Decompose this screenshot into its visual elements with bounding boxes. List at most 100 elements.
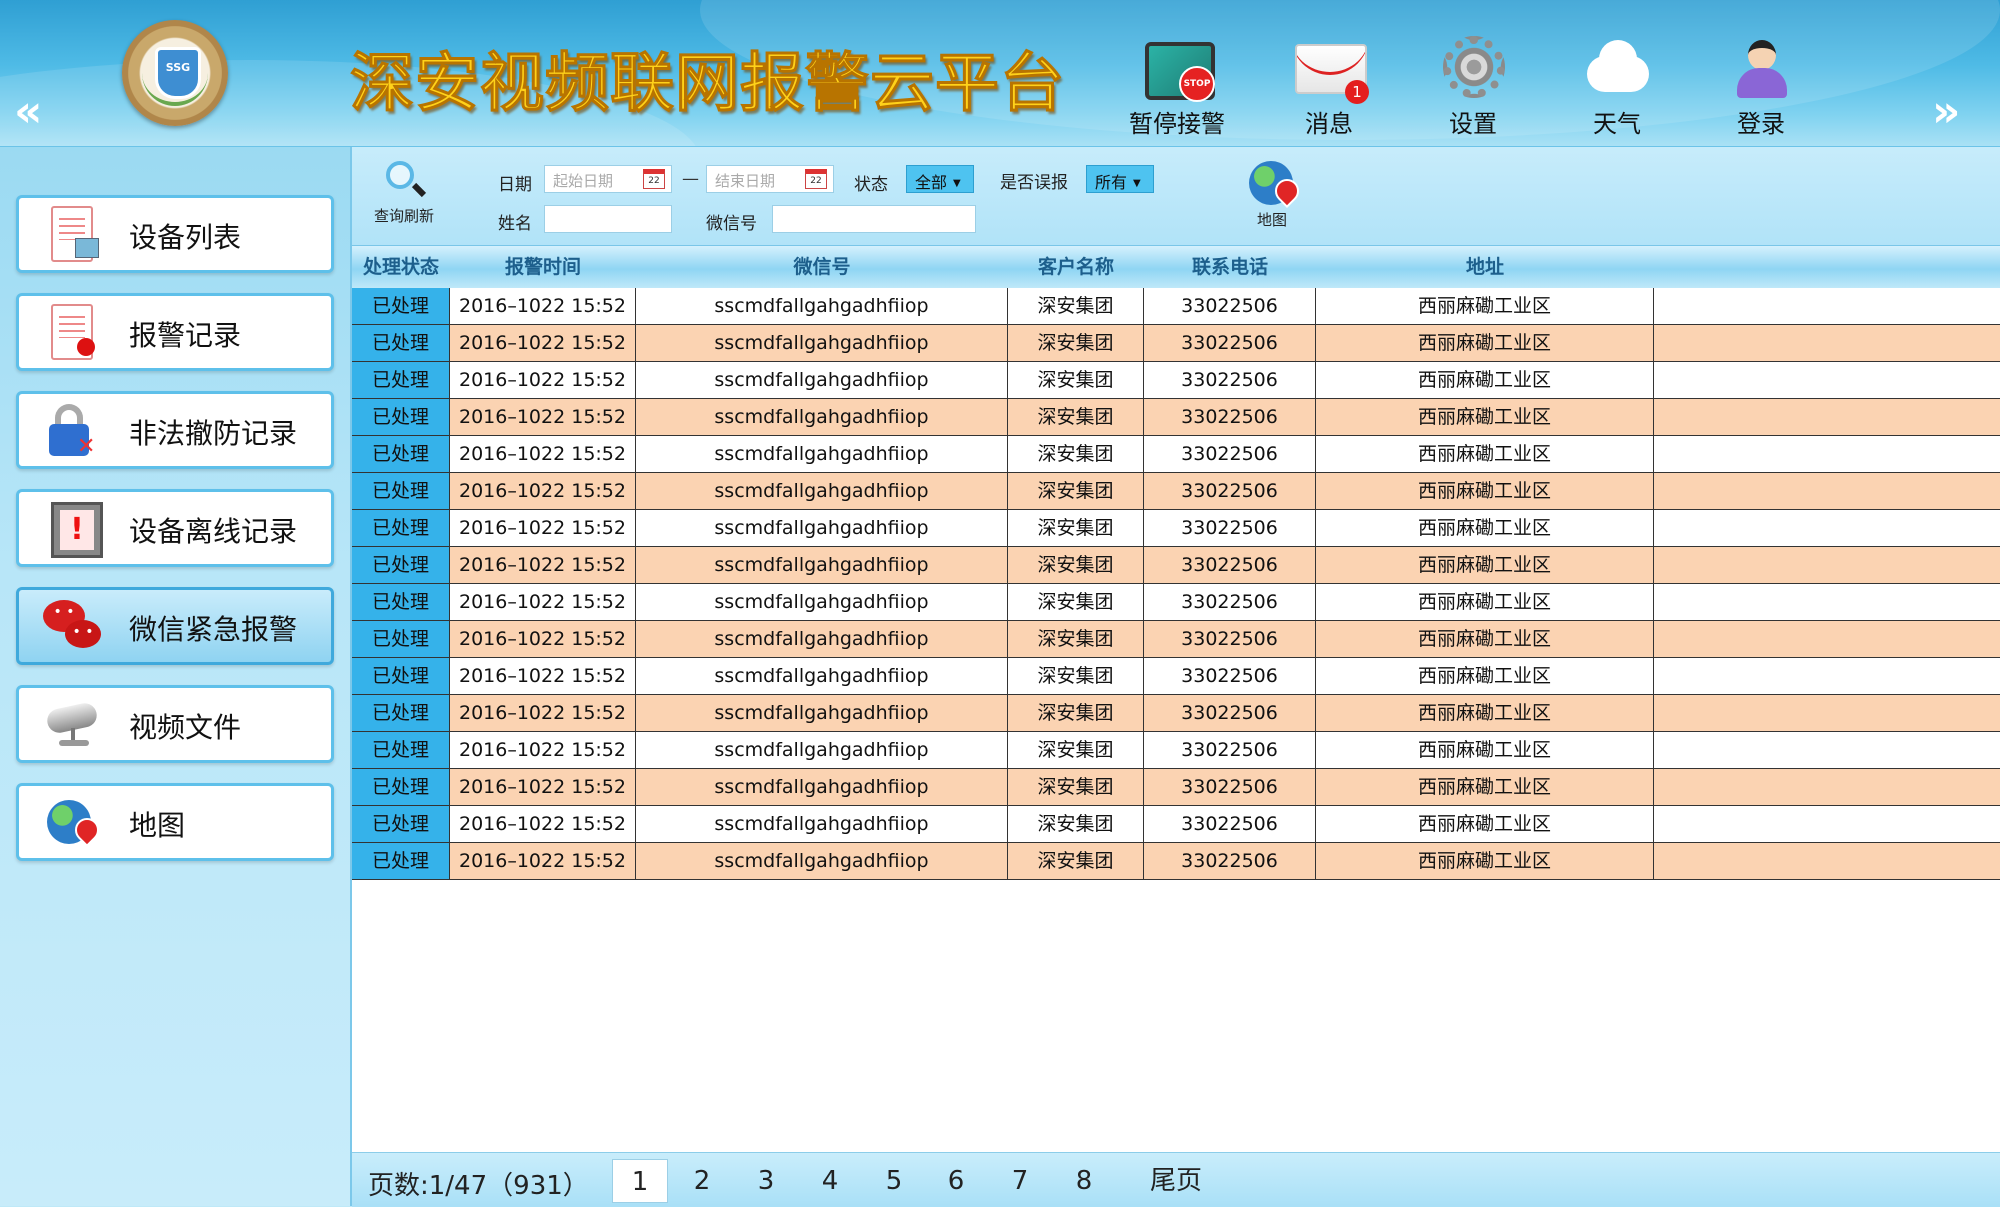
- column-header-address[interactable]: 地址: [1316, 246, 1654, 288]
- end-date-input[interactable]: 结束日期 22: [706, 165, 834, 193]
- cell-address: 西丽麻磡工业区: [1316, 288, 1654, 324]
- cell-customer: 深安集团: [1008, 547, 1144, 583]
- table-row[interactable]: 已处理 2016–1022 15:52 sscmdfallgahgadhfiiop 深…: [352, 621, 2000, 658]
- cell-empty: [1654, 362, 2000, 398]
- page-button-8[interactable]: 8: [1056, 1159, 1112, 1203]
- cell-alarm-time: 2016–1022 15:52: [450, 806, 636, 842]
- cell-status: 已处理: [352, 843, 450, 879]
- query-refresh-button[interactable]: 查询刷新: [366, 157, 442, 226]
- cell-customer: 深安集团: [1008, 806, 1144, 842]
- cell-status: 已处理: [352, 732, 450, 768]
- start-date-input[interactable]: 起始日期 22: [544, 165, 672, 193]
- cell-alarm-time: 2016–1022 15:52: [450, 362, 636, 398]
- end-date-placeholder: 结束日期: [715, 172, 776, 190]
- settings-button[interactable]: 设置: [1408, 36, 1538, 138]
- page-button-3[interactable]: 3: [738, 1159, 794, 1203]
- name-label: 姓名: [498, 214, 532, 234]
- warning-icon: !: [41, 500, 103, 558]
- logo-wreath: [142, 72, 208, 106]
- cell-status: 已处理: [352, 806, 450, 842]
- table-row[interactable]: 已处理 2016–1022 15:52 sscmdfallgahgadhfiiop 深…: [352, 510, 2000, 547]
- cell-address: 西丽麻磡工业区: [1316, 325, 1654, 361]
- start-date-placeholder: 起始日期: [553, 172, 614, 190]
- cell-alarm-time: 2016–1022 15:52: [450, 325, 636, 361]
- cell-address: 西丽麻磡工业区: [1316, 621, 1654, 657]
- cell-customer: 深安集团: [1008, 732, 1144, 768]
- page-button-4[interactable]: 4: [802, 1159, 858, 1203]
- sidebar-item-wechat-alarm[interactable]: 微信紧急报警: [16, 587, 334, 665]
- sidebar-item-device-list[interactable]: 设备列表: [16, 195, 334, 273]
- cell-phone: 33022506: [1144, 473, 1316, 509]
- false-alarm-select[interactable]: 所有 ▼: [1086, 165, 1154, 193]
- cell-alarm-time: 2016–1022 15:52: [450, 843, 636, 879]
- calendar-icon[interactable]: 22: [805, 169, 827, 189]
- nav-prev-button[interactable]: «: [14, 90, 42, 134]
- page-button-7[interactable]: 7: [992, 1159, 1048, 1203]
- page-button-2[interactable]: 2: [674, 1159, 730, 1203]
- nav-next-button[interactable]: »: [1932, 90, 1960, 134]
- calendar-icon[interactable]: 22: [643, 169, 665, 189]
- message-count-badge: 1: [1345, 80, 1369, 104]
- table-row[interactable]: 已处理 2016–1022 15:52 sscmdfallgahgadhfiiop 深…: [352, 658, 2000, 695]
- table-row[interactable]: 已处理 2016–1022 15:52 sscmdfallgahgadhfiiop 深…: [352, 547, 2000, 584]
- table-row[interactable]: 已处理 2016–1022 15:52 sscmdfallgahgadhfiiop 深…: [352, 325, 2000, 362]
- table-row[interactable]: 已处理 2016–1022 15:52 sscmdfallgahgadhfiiop 深…: [352, 288, 2000, 325]
- cell-alarm-time: 2016–1022 15:52: [450, 547, 636, 583]
- table-row[interactable]: 已处理 2016–1022 15:52 sscmdfallgahgadhfiiop 深…: [352, 843, 2000, 880]
- column-header-phone[interactable]: 联系电话: [1144, 246, 1316, 288]
- cell-empty: [1654, 325, 2000, 361]
- table-row[interactable]: 已处理 2016–1022 15:52 sscmdfallgahgadhfiiop 深…: [352, 695, 2000, 732]
- cell-customer: 深安集团: [1008, 436, 1144, 472]
- sidebar-item-label: 视频文件: [129, 711, 242, 744]
- page-button-1[interactable]: 1: [612, 1159, 668, 1203]
- sidebar-item-video-files[interactable]: 视频文件: [16, 685, 334, 763]
- wechat-input[interactable]: [772, 205, 976, 233]
- table-row[interactable]: 已处理 2016–1022 15:52 sscmdfallgahgadhfiiop 深…: [352, 436, 2000, 473]
- table-row[interactable]: 已处理 2016–1022 15:52 sscmdfallgahgadhfiiop 深…: [352, 769, 2000, 806]
- table-row[interactable]: 已处理 2016–1022 15:52 sscmdfallgahgadhfiiop 深…: [352, 806, 2000, 843]
- date-range-separator: —: [682, 169, 699, 189]
- page-button-6[interactable]: 6: [928, 1159, 984, 1203]
- pause-alarm-button[interactable]: STOP 暂停接警: [1112, 36, 1242, 138]
- stop-badge: STOP: [1179, 66, 1215, 102]
- status-select[interactable]: 全部 ▼: [906, 165, 974, 193]
- last-page-button[interactable]: 尾页: [1150, 1159, 1202, 1203]
- cell-empty: [1654, 621, 2000, 657]
- login-button[interactable]: 登录: [1696, 36, 1826, 138]
- cell-address: 西丽麻磡工业区: [1316, 399, 1654, 435]
- cell-status: 已处理: [352, 621, 450, 657]
- table-row[interactable]: 已处理 2016–1022 15:52 sscmdfallgahgadhfiiop 深…: [352, 584, 2000, 621]
- sidebar-item-alarm-records[interactable]: 报警记录: [16, 293, 334, 371]
- cell-address: 西丽麻磡工业区: [1316, 806, 1654, 842]
- sidebar-item-label: 设备列表: [129, 221, 242, 254]
- cell-wechat-id: sscmdfallgahgadhfiiop: [636, 399, 1008, 435]
- table-row[interactable]: 已处理 2016–1022 15:52 sscmdfallgahgadhfiiop 深…: [352, 399, 2000, 436]
- page-button-5[interactable]: 5: [866, 1159, 922, 1203]
- table-row[interactable]: 已处理 2016–1022 15:52 sscmdfallgahgadhfiiop 深…: [352, 362, 2000, 399]
- sidebar-item-device-offline[interactable]: ! 设备离线记录: [16, 489, 334, 567]
- sidebar: 设备列表 报警记录 ✕ 非法撤防记录 ! 设备离线记录 微信紧急报警 视频文件 …: [0, 147, 350, 1206]
- cell-empty: [1654, 436, 2000, 472]
- cell-status: 已处理: [352, 362, 450, 398]
- page-info: 页数:1/47（931）: [368, 1171, 589, 1201]
- name-input[interactable]: [544, 205, 672, 233]
- cell-phone: 33022506: [1144, 843, 1316, 879]
- false-alarm-select-value: 所有: [1095, 173, 1128, 192]
- sidebar-item-map[interactable]: 地图: [16, 783, 334, 861]
- column-header-alarm-time[interactable]: 报警时间: [450, 246, 636, 288]
- column-header-status[interactable]: 处理状态: [352, 246, 450, 288]
- messages-button[interactable]: 1 消息: [1264, 36, 1394, 138]
- cell-empty: [1654, 584, 2000, 620]
- table-row[interactable]: 已处理 2016–1022 15:52 sscmdfallgahgadhfiiop 深…: [352, 473, 2000, 510]
- cell-empty: [1654, 769, 2000, 805]
- cell-phone: 33022506: [1144, 806, 1316, 842]
- column-header-customer[interactable]: 客户名称: [1008, 246, 1144, 288]
- sidebar-item-illegal-disarm[interactable]: ✕ 非法撤防记录: [16, 391, 334, 469]
- map-button[interactable]: 地图: [1242, 159, 1304, 230]
- mail-icon: 1: [1293, 36, 1369, 104]
- weather-button[interactable]: 天气: [1552, 36, 1682, 138]
- column-header-wechat[interactable]: 微信号: [636, 246, 1008, 288]
- cell-customer: 深安集团: [1008, 473, 1144, 509]
- table-row[interactable]: 已处理 2016–1022 15:52 sscmdfallgahgadhfiiop 深…: [352, 732, 2000, 769]
- settings-label: 设置: [1449, 110, 1497, 138]
